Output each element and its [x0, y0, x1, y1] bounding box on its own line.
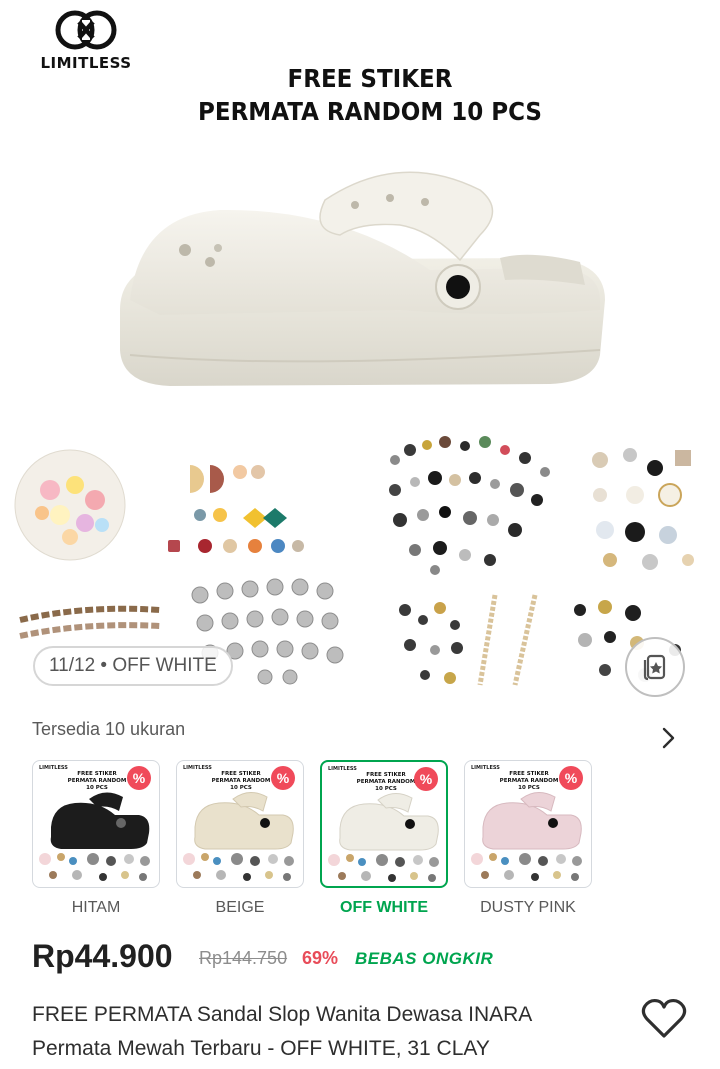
product-title: FREE PERMATA Sandal Slop Wanita Dewasa I… — [32, 1003, 532, 1060]
catalog-icon — [643, 654, 666, 681]
variant-label: OFF WHITE — [340, 899, 428, 916]
variant-label: BEIGE — [215, 899, 265, 916]
accessory-image-chains — [19, 605, 161, 639]
brand-name: LIMITLESS — [40, 54, 132, 72]
product-price: Rp44.900 — [32, 938, 173, 974]
original-price: Rp144.750 — [199, 948, 288, 968]
accessory-image-pins — [389, 436, 550, 575]
promo-line-1: FREE STIKER — [287, 64, 453, 93]
product-image-main — [120, 171, 605, 386]
product-image-gallery[interactable]: LIMITLESS FREE STIKER PERMATA RANDOM 10 … — [0, 0, 720, 705]
promo-banner: FREE STIKER PERMATA RANDOM 10 PCS — [186, 62, 554, 128]
accessory-image-beads — [168, 465, 304, 553]
brand-logo: LIMITLESS — [24, 8, 148, 72]
accessory-image-straps — [399, 594, 538, 686]
catalog-button[interactable] — [625, 637, 685, 697]
thumb-promo: FREE STIKER PERMATA RANDOM 10 PCS — [67, 771, 127, 791]
size-availability-text: Tersedia 10 ukuran — [32, 719, 186, 739]
thumb-promo: FREE STIKER PERMATA RANDOM 10 PCS — [211, 771, 271, 791]
image-counter-badge: 11/12 • OFF WHITE — [33, 646, 233, 686]
thumb-promo: FREE STIKER PERMATA RANDOM 10 PCS — [499, 771, 559, 791]
discount-badge: % — [127, 766, 151, 790]
wishlist-heart-icon[interactable] — [641, 998, 687, 1040]
variant-label: DUSTY PINK — [480, 899, 576, 916]
discount-badge: % — [271, 766, 295, 790]
variant-option-beige[interactable]: LIMITLESS FREE STIKER PERMATA RANDOM 10 P… — [176, 760, 304, 917]
infinity-logo-icon — [55, 10, 117, 50]
discount-badge: % — [559, 766, 583, 790]
variant-thumbnail: LIMITLESS FREE STIKER PERMATA RANDOM 10 P… — [32, 760, 160, 888]
accessory-image-jewels — [592, 448, 694, 570]
variant-label: HITAM — [71, 899, 121, 916]
accessory-image-charms — [14, 449, 126, 561]
discount-badge: % — [414, 767, 438, 791]
discount-percentage: 69% — [302, 948, 339, 968]
variant-option-hitam[interactable]: LIMITLESS FREE STIKER PERMATA RANDOM 10 P… — [32, 760, 160, 917]
promo-line-2: PERMATA RANDOM 10 PCS — [198, 97, 542, 126]
variant-option-off-white[interactable]: LIMITLESS FREE STIKER PERMATA RANDOM 10 P… — [320, 760, 448, 917]
variant-option-dusty-pink[interactable]: LIMITLESS FREE STIKER PERMATA RANDOM 10 P… — [464, 760, 592, 917]
variant-thumbnail: LIMITLESS FREE STIKER PERMATA RANDOM 10 P… — [320, 760, 448, 888]
chevron-right-icon[interactable] — [658, 726, 678, 750]
variant-thumbnail: LIMITLESS FREE STIKER PERMATA RANDOM 10 P… — [464, 760, 592, 888]
thumb-promo: FREE STIKER PERMATA RANDOM 10 PCS — [356, 772, 416, 792]
free-shipping-badge: BEBAS ONGKIR — [355, 949, 494, 968]
variant-thumbnail: LIMITLESS FREE STIKER PERMATA RANDOM 10 P… — [176, 760, 304, 888]
